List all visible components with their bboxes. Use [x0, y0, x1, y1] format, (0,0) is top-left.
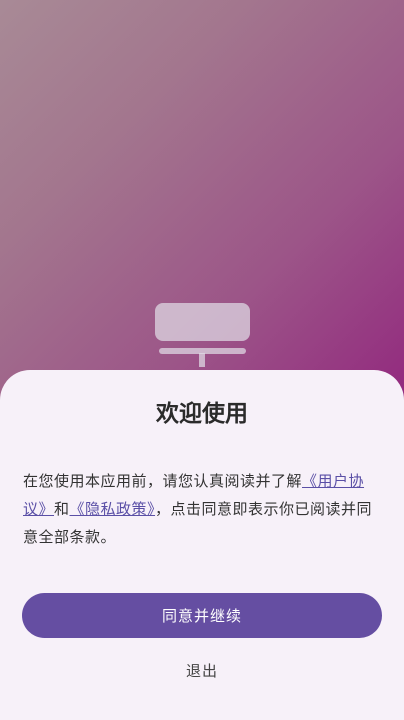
privacy-policy-link[interactable]: 《隐私政策》 [70, 500, 156, 518]
message-prefix: 在您使用本应用前，请您认真阅读并了解 [23, 472, 303, 490]
monitor-screen [155, 303, 250, 341]
message-conjunction: 和 [54, 500, 70, 518]
monitor-icon [155, 303, 250, 367]
consent-message: 在您使用本应用前，请您认真阅读并了解《用户协议》和《隐私政策》，点击同意即表示你… [23, 467, 383, 551]
dialog-title: 欢迎使用 [156, 401, 248, 427]
monitor-stand [199, 353, 205, 367]
exit-button[interactable]: 退出 [150, 655, 254, 685]
agree-continue-button[interactable]: 同意并继续 [22, 593, 382, 638]
